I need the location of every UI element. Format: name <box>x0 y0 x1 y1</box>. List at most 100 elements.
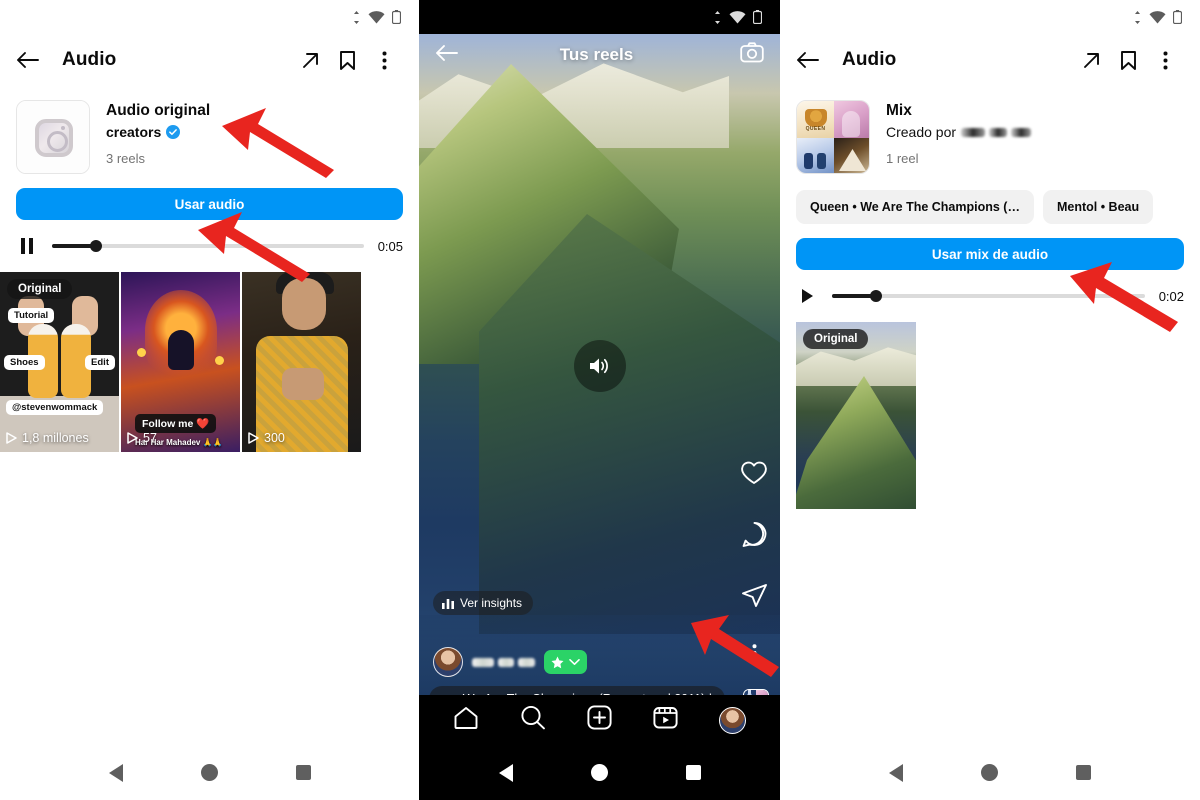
tab-create[interactable] <box>587 705 612 735</box>
original-badge: Original <box>7 279 73 299</box>
back-button[interactable] <box>16 50 50 70</box>
audio-player: 0:02 <box>780 270 1200 304</box>
share-button[interactable] <box>741 583 768 614</box>
track-chip-2[interactable]: Mentol • Beau <box>1042 190 1154 224</box>
use-audio-mix-button[interactable]: Usar mix de audio <box>796 238 1184 270</box>
bookmark-icon <box>1121 50 1136 70</box>
tab-home[interactable] <box>453 706 479 735</box>
more-button[interactable] <box>752 644 757 667</box>
nav-back-icon[interactable] <box>498 763 513 782</box>
audio-player: 0:05 <box>0 220 419 254</box>
more-button[interactable] <box>366 51 403 70</box>
reel-thumbnail-2[interactable]: Follow me ❤️ Har Har Mahadev 🙏🙏 57 <box>121 272 240 452</box>
home-icon <box>454 706 478 729</box>
reel-count: 1 reel <box>886 151 919 166</box>
share-button[interactable] <box>292 50 329 71</box>
views-count: 300 <box>264 431 285 445</box>
seek-knob[interactable] <box>89 240 102 252</box>
views-count: 57 <box>143 431 157 445</box>
seek-knob[interactable] <box>869 290 882 302</box>
reel-count: 3 reels <box>106 151 146 166</box>
back-button[interactable] <box>796 50 830 70</box>
search-icon <box>521 705 546 730</box>
wifi-icon <box>368 10 385 23</box>
views-count: 1,8 millones <box>22 431 89 445</box>
more-vertical-icon <box>752 644 756 662</box>
tab-profile-avatar[interactable] <box>718 706 746 734</box>
audio-title: Mix <box>886 102 912 119</box>
audio-header: Mix Creado por 1 reel <box>780 86 1200 174</box>
save-button[interactable] <box>1110 50 1147 71</box>
sticker-tutorial: Tutorial <box>8 308 55 323</box>
page-title: Audio <box>842 49 897 70</box>
panel-tus-reels: Tus reels Ver insights QUEEN <box>419 0 780 800</box>
avatar[interactable] <box>433 647 463 677</box>
speaker-on-icon <box>589 358 608 374</box>
play-button[interactable] <box>796 288 818 304</box>
star-icon <box>551 656 564 668</box>
reel-thumbnail-1[interactable]: Original <box>796 322 916 509</box>
chevron-down-icon <box>569 659 580 665</box>
create-icon <box>587 705 612 730</box>
nav-recents-icon[interactable] <box>1076 765 1091 780</box>
more-button[interactable] <box>1147 51 1184 70</box>
nav-recents-icon[interactable] <box>295 765 311 780</box>
reel-thumbnail-1[interactable]: Original Tutorial Shoes Edit @stevenwomm… <box>0 272 119 452</box>
track-chip-list: Queen • We Are The Champions (… Mentol •… <box>780 174 1200 224</box>
sticker-username: @stevenwommack <box>6 400 104 415</box>
status-bar <box>780 0 1200 34</box>
camera-button[interactable] <box>740 42 764 68</box>
sync-icon <box>1135 10 1140 24</box>
like-button[interactable] <box>740 460 768 491</box>
mute-indicator[interactable] <box>573 340 626 392</box>
sticker-edit: Edit <box>85 355 115 370</box>
thumbnail-views-2: 57 <box>127 431 157 445</box>
save-button[interactable] <box>329 50 366 71</box>
audio-meta: Audio original creators 3 reels <box>106 100 210 174</box>
android-nav-bar <box>780 745 1200 800</box>
app-bar: Audio <box>0 34 419 86</box>
audio-time: 0:02 <box>1158 288 1184 304</box>
share-button[interactable] <box>1073 50 1110 71</box>
pause-icon <box>21 238 33 254</box>
cta-wrapper: Usar mix de audio <box>780 224 1200 270</box>
reel-author-row <box>433 647 587 677</box>
nav-back-icon[interactable] <box>108 763 123 782</box>
audio-meta: Mix Creado por 1 reel <box>886 100 1032 174</box>
nav-home-icon[interactable] <box>200 764 218 781</box>
audio-author-row[interactable]: Creado por <box>886 124 1032 140</box>
verified-badge-icon <box>166 125 181 139</box>
nav-home-icon[interactable] <box>981 764 998 781</box>
audio-author: creators <box>106 124 162 140</box>
nav-back-icon[interactable] <box>889 763 903 782</box>
audio-author-row[interactable]: creators <box>106 124 210 140</box>
thumbnail-art <box>242 272 361 452</box>
sync-icon <box>715 10 720 24</box>
comment-button[interactable] <box>741 521 768 553</box>
sync-icon <box>354 10 359 24</box>
app-bar: Audio <box>780 34 1200 86</box>
view-insights-button[interactable]: Ver insights <box>433 591 534 615</box>
nav-home-icon[interactable] <box>590 764 608 781</box>
reel-thumbnail-3[interactable]: 300 <box>242 272 361 452</box>
seek-track[interactable] <box>832 290 1145 302</box>
thumbnail-views-1: 1,8 millones <box>6 431 89 445</box>
track-chip-1[interactable]: Queen • We Are The Champions (… <box>796 190 1034 224</box>
pause-button[interactable] <box>16 238 38 254</box>
status-badge[interactable] <box>544 650 587 674</box>
bottom-tab-bar <box>419 695 780 745</box>
seek-track[interactable] <box>52 240 364 252</box>
play-icon <box>248 432 259 444</box>
nav-recents-icon[interactable] <box>685 765 701 780</box>
audio-cover[interactable] <box>16 100 90 174</box>
heart-icon <box>741 461 767 484</box>
audio-cover[interactable] <box>796 100 870 174</box>
tab-reels[interactable] <box>653 705 678 735</box>
tab-search[interactable] <box>520 705 546 735</box>
play-icon <box>6 432 17 444</box>
audio-title: Audio original <box>106 102 211 119</box>
android-nav-bar <box>419 745 780 800</box>
sticker-shoes: Shoes <box>4 355 45 370</box>
use-audio-button[interactable]: Usar audio <box>16 188 403 220</box>
bookmark-icon <box>340 50 355 70</box>
